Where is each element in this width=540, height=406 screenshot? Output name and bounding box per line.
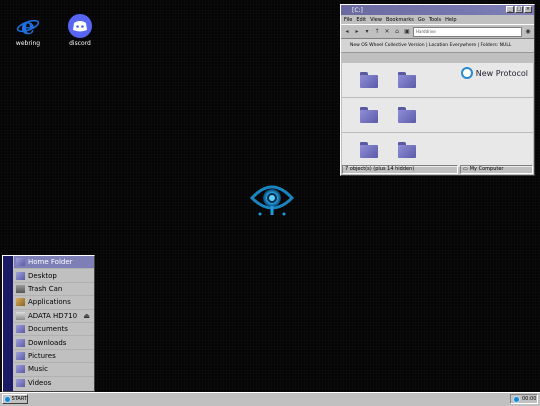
start-item-label: Downloads (28, 338, 67, 347)
close-button[interactable]: × (524, 6, 532, 13)
start-item-downloads[interactable]: Downloads (14, 336, 94, 350)
status-location: ▭ My Computer (460, 165, 533, 174)
music-folder-icon (16, 365, 25, 374)
menu-tools[interactable]: Tools (429, 17, 441, 23)
maximize-button[interactable]: □ (515, 6, 523, 13)
applications-icon (16, 298, 25, 307)
window-title: [C:] (352, 6, 363, 14)
desktop-icon (16, 271, 25, 280)
folder-icon[interactable] (398, 107, 416, 123)
discord-icon (68, 14, 92, 38)
up-icon[interactable]: ↑ (373, 28, 381, 36)
window-titlebar[interactable]: [C:] _ □ × (341, 5, 534, 15)
trash-icon (16, 284, 25, 293)
start-item-label: Music (28, 365, 48, 374)
menu-go[interactable]: Go (418, 17, 425, 23)
start-item-label: Videos (28, 379, 52, 388)
folder-icon[interactable] (360, 142, 378, 158)
start-item-home-folder[interactable]: Home Folder (14, 256, 94, 270)
start-item-label: Applications (28, 298, 71, 307)
start-item-trash-can[interactable]: Trash Can (14, 283, 94, 297)
start-item-label: Documents (28, 325, 68, 334)
pictures-folder-icon (16, 351, 25, 360)
toolbar: ◂ ▸ ▾ ↑ ✕ ⌂ ▣ Harddrive ◉ (341, 24, 534, 39)
center-logo-icon (248, 178, 296, 222)
start-item-adata-hd710[interactable]: ADATA HD710 ⏏ (14, 310, 94, 323)
system-tray: 00:00 (510, 394, 538, 404)
folder-icon[interactable] (398, 142, 416, 158)
start-item-label: ADATA HD710 (28, 311, 78, 320)
home-folder-icon (16, 258, 25, 267)
explorer-window[interactable]: [C:] _ □ × File Edit View Bookmarks Go T… (340, 4, 535, 176)
new-protocol-logo-icon (460, 67, 473, 79)
home-icon[interactable]: ⌂ (393, 28, 401, 36)
desktop-icon-label: discord (69, 40, 91, 47)
desktop-icon-label: webring (15, 40, 41, 47)
location-path: New OS Wheel Collective Version | Locati… (341, 39, 534, 53)
status-location-label: My Computer (469, 166, 504, 172)
start-item-label: Home Folder (28, 258, 73, 267)
file-row (342, 98, 533, 133)
status-bar: 7 object(s) (plus 14 hidden) ▭ My Comput… (342, 165, 533, 174)
tray-logo-icon[interactable] (513, 395, 520, 403)
ie-e-icon: e (16, 14, 40, 40)
drive-icon (16, 311, 25, 320)
start-button[interactable]: START (2, 394, 28, 404)
forward-icon[interactable]: ▸ (353, 28, 361, 36)
taskbar: START 00:00 (0, 392, 540, 406)
file-row (342, 133, 533, 167)
start-button-label: START (11, 396, 27, 402)
folder-icon[interactable] (398, 72, 416, 88)
menu-view[interactable]: View (370, 17, 382, 23)
start-item-documents[interactable]: Documents (14, 323, 94, 337)
brand-label: New Protocol (475, 68, 528, 78)
menu-file[interactable]: File (344, 17, 352, 23)
computer-icon: ▭ (463, 166, 468, 172)
menu-bookmarks[interactable]: Bookmarks (386, 17, 414, 23)
drive-icon: ▣ (404, 27, 410, 35)
menu-edit[interactable]: Edit (356, 17, 366, 23)
desktop-icon-webring[interactable]: e webring (6, 14, 50, 47)
minimize-button[interactable]: _ (506, 6, 514, 13)
downloads-folder-icon (16, 338, 25, 347)
start-item-music[interactable]: Music (14, 363, 94, 377)
folder-icon[interactable] (360, 107, 378, 123)
start-item-label: Desktop (28, 271, 57, 280)
documents-folder-icon (16, 325, 25, 334)
menu-bar: File Edit View Bookmarks Go Tools Help (341, 15, 534, 24)
folder-icon[interactable] (360, 72, 378, 88)
stop-icon[interactable]: ✕ (383, 28, 391, 36)
videos-folder-icon (16, 379, 25, 388)
desktop-icon-discord[interactable]: discord (58, 14, 102, 47)
address-field[interactable]: Harddrive (413, 26, 522, 37)
start-logo-icon (4, 395, 11, 403)
start-menu-sidebar (3, 256, 13, 391)
start-item-desktop[interactable]: Desktop (14, 269, 94, 283)
go-icon[interactable]: ◉ (524, 28, 532, 36)
start-item-videos[interactable]: Videos (14, 377, 94, 390)
status-object-count: 7 object(s) (plus 14 hidden) (342, 165, 458, 174)
menu-help[interactable]: Help (445, 17, 456, 23)
svg-text:e: e (21, 14, 35, 38)
brand-badge: New Protocol (460, 67, 528, 79)
start-item-applications[interactable]: Applications (14, 296, 94, 310)
dropdown-icon[interactable]: ▾ (363, 28, 371, 36)
eject-icon[interactable]: ⏏ (83, 312, 90, 320)
start-item-label: Pictures (28, 351, 56, 360)
start-item-pictures[interactable]: Pictures (14, 350, 94, 364)
back-icon[interactable]: ◂ (343, 28, 351, 36)
start-item-label: Trash Can (28, 284, 63, 293)
start-menu: Home Folder Desktop Trash Can Applicatio… (2, 255, 95, 392)
clock[interactable]: 00:00 (522, 396, 536, 402)
